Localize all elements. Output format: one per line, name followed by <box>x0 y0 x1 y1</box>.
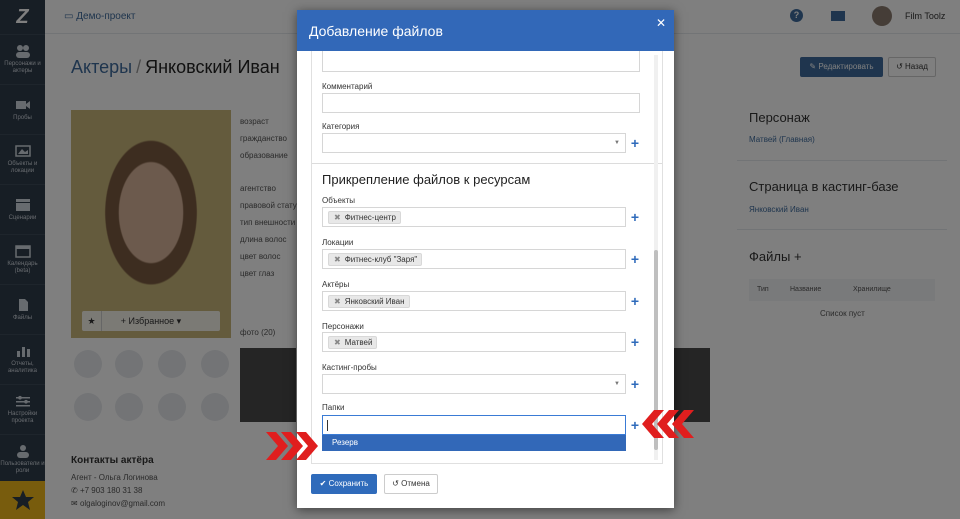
modal-scrollbar[interactable] <box>651 55 661 460</box>
category-select[interactable]: ▼ <box>322 133 626 153</box>
add-character-button[interactable]: + <box>629 335 641 349</box>
remove-tag-icon[interactable]: ✖ <box>334 213 341 222</box>
characters-select[interactable]: ✖ Матвей <box>322 332 626 352</box>
modal-title: Добавление файлов <box>309 23 443 39</box>
save-label: Сохранить <box>328 479 369 488</box>
save-button[interactable]: ✔ Сохранить <box>311 474 377 494</box>
add-location-button[interactable]: + <box>629 252 641 266</box>
locations-label: Локации <box>322 238 354 247</box>
probes-label: Кастинг-пробы <box>322 363 377 372</box>
actors-tag-label: Янковский Иван <box>344 297 405 306</box>
add-files-modal: Добавление файлов ✕ Комментарий Категори… <box>297 10 674 508</box>
arrow-left-annotation-icon <box>642 410 694 438</box>
previous-field[interactable] <box>322 51 640 72</box>
actors-tag[interactable]: ✖ Янковский Иван <box>328 295 410 308</box>
characters-tag[interactable]: ✖ Матвей <box>328 336 378 349</box>
objects-label: Объекты <box>322 196 355 205</box>
chevron-down-icon: ▼ <box>614 140 620 146</box>
locations-select[interactable]: ✖ Фитнес-клуб "Заря" <box>322 249 626 269</box>
remove-tag-icon[interactable]: ✖ <box>334 338 341 347</box>
folders-input[interactable] <box>322 415 626 435</box>
folders-option[interactable]: Резерв <box>322 435 626 451</box>
remove-tag-icon[interactable]: ✖ <box>334 255 341 264</box>
category-label: Категория <box>322 122 360 131</box>
section-title: Прикрепление файлов к ресурсам <box>322 172 531 187</box>
objects-tag[interactable]: ✖ Фитнес-центр <box>328 211 401 224</box>
locations-tag[interactable]: ✖ Фитнес-клуб "Заря" <box>328 253 423 266</box>
comment-label: Комментарий <box>322 82 373 91</box>
folders-label: Папки <box>322 403 345 412</box>
characters-tag-label: Матвей <box>344 338 373 347</box>
locations-tag-label: Фитнес-клуб "Заря" <box>344 255 418 264</box>
actors-select[interactable]: ✖ Янковский Иван <box>322 291 626 311</box>
actors-label: Актёры <box>322 280 350 289</box>
modal-body: Комментарий Категория ▼ + Прикрепление ф… <box>311 51 663 464</box>
chevron-down-icon: ▼ <box>614 381 620 387</box>
objects-select[interactable]: ✖ Фитнес-центр <box>322 207 626 227</box>
characters-label: Персонажи <box>322 322 364 331</box>
close-icon[interactable]: ✕ <box>656 16 666 30</box>
cancel-label: Отмена <box>401 479 430 488</box>
add-probe-button[interactable]: + <box>629 377 641 391</box>
objects-tag-label: Фитнес-центр <box>344 213 396 222</box>
cancel-button[interactable]: ↺ Отмена <box>384 474 438 494</box>
arrow-right-annotation-icon <box>266 432 318 460</box>
section-divider <box>312 163 662 164</box>
add-object-button[interactable]: + <box>629 210 641 224</box>
remove-tag-icon[interactable]: ✖ <box>334 297 341 306</box>
probes-select[interactable]: ▼ <box>322 374 626 394</box>
modal-header: Добавление файлов ✕ <box>297 10 674 51</box>
add-category-button[interactable]: + <box>629 136 641 150</box>
text-cursor <box>327 420 328 431</box>
modal-footer: ✔ Сохранить ↺ Отмена <box>297 464 674 508</box>
add-actor-button[interactable]: + <box>629 294 641 308</box>
comment-field[interactable] <box>322 93 640 113</box>
